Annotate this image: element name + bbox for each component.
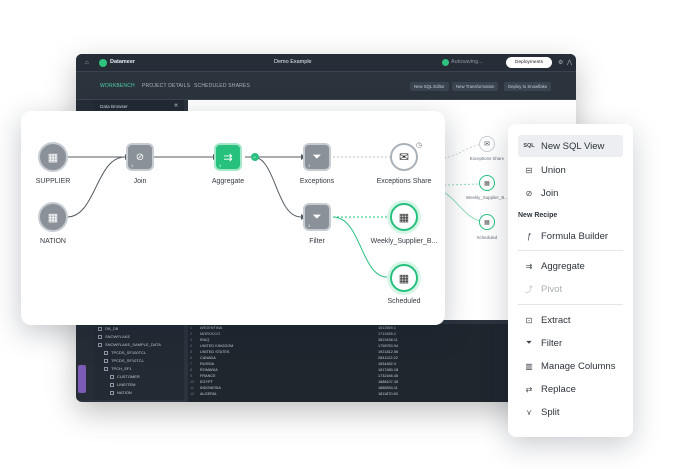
rail-tab[interactable] [78,365,86,393]
tree-item[interactable]: CUSTOMER [110,374,140,379]
tab-project-details[interactable]: PROJECT DETAILS [142,83,190,89]
exceptions-label: Exceptions [299,178,335,185]
columns-icon: ▥ [525,361,533,371]
aggregate-node[interactable]: ⇉ 1 [214,143,242,171]
bg-weekly-label: Weekly_Supplier_B... [466,195,508,200]
nation-node[interactable]: ▦ [38,202,68,232]
menu-item-union[interactable]: ⊟ Union [518,159,623,181]
pivot-icon: ⤴ [525,284,533,294]
scheduled-label: Scheduled [387,298,421,305]
menu-item-manage-columns[interactable]: ▥ Manage Columns [518,355,623,377]
menu-item-aggregate[interactable]: ⇉ Aggregate [518,255,623,277]
split-icon: ⋎ [526,407,532,417]
autosave-status: Autosaving... [451,59,483,65]
nation-label: NATION [40,238,66,245]
replace-icon: ⇄ [525,384,533,394]
menu-item-pivot[interactable]: ⤴ Pivot [518,278,623,300]
aggregate-icon: ⇉ [525,261,533,271]
mail-icon: ✉ [484,141,490,148]
menu-icon[interactable]: ⋀ [567,59,572,66]
menu-item-split[interactable]: ⋎ Split [518,401,623,423]
filter-icon: ⏷ [312,150,322,163]
status-icon [442,59,449,66]
tree-item[interactable]: NATION [110,390,132,395]
bg-scheduled-label: Scheduled [476,235,498,240]
supplier-node[interactable]: ▦ [38,142,68,172]
app-name: Datameer [110,59,136,65]
tree-item[interactable]: LINEITEM [110,382,135,387]
settings-icon[interactable]: ⚙ [558,59,563,66]
new-transformation-button[interactable]: New Transformation [452,82,499,91]
join-icon: ⊘ [135,151,145,163]
tab-workbench[interactable]: WORKBENCH [100,83,135,89]
context-menu: SQL New SQL View ⊟ Union ⊘ Join New Reci… [508,124,633,437]
join-node[interactable]: ⊘ 1 [126,143,154,171]
weekly-supplier-label: Weekly_Supplier_B... [370,238,438,245]
filter-icon: ⏷ [312,210,322,223]
flow-diagram-card: − ▦ SUPPLIER ▦ NATION ⊘ 1 Join ⇉ 1 Aggre… [21,111,445,325]
filter-node[interactable]: ⏷ 1 [303,203,331,231]
collapse-icon[interactable]: « [174,102,178,109]
exceptions-node[interactable]: ⏷ 1 [303,143,331,171]
menu-divider [518,250,623,251]
exceptions-share-node[interactable]: ✉ [390,143,418,171]
union-icon: ⊟ [525,165,533,175]
tree-item[interactable]: TPCH_SF1 [104,366,131,371]
menu-item-filter[interactable]: ⏷ Filter [518,332,623,354]
bg-exceptions-share-node[interactable]: ✉ [479,136,495,152]
table-icon: ▦ [47,151,59,164]
deployments-button[interactable]: Deployments [506,57,552,68]
title-bar: ⌂ Datameer Demo Example Autosaving... De… [76,54,576,72]
new-recipe-heading: New Recipe [518,212,558,219]
table-icon: ▦ [484,180,490,187]
bg-weekly-node[interactable]: ▦ [479,175,495,191]
tree-item[interactable]: SNOWFLAKE [98,334,130,339]
aggregate-label: Aggregate [211,178,245,185]
weekly-supplier-node[interactable]: ▦ [390,203,418,231]
table-icon: ▦ [47,211,59,224]
home-icon[interactable]: ⌂ [85,60,91,66]
bg-scheduled-node[interactable]: ▦ [479,214,495,230]
svg-text:−: − [253,155,257,161]
tree-item[interactable]: TPCDS_SF100TCL [104,350,146,355]
sql-icon: SQL [523,143,535,149]
data-browser-title: Data Browser [100,104,128,109]
menu-item-replace[interactable]: ⇄ Replace [518,378,623,400]
tab-scheduled-shares[interactable]: SCHEDULED SHARES [194,83,250,89]
bg-exceptions-share-label: Exceptions Share [469,156,505,161]
tab-bar: WORKBENCH PROJECT DETAILS SCHEDULED SHAR… [76,72,576,100]
join-icon: ⊘ [525,188,533,198]
new-sql-editor-button[interactable]: New SQL Editor [410,82,449,91]
schedule-icon: ◷ [416,142,423,149]
table-icon: ▦ [484,219,490,226]
filter-icon: ⏷ [525,338,533,347]
tree-item[interactable]: SNOWFLAKE_SAMPLE_DATA [98,342,161,347]
menu-item-new-sql-view[interactable]: SQL New SQL View [518,135,623,157]
function-icon: ƒ [526,231,532,241]
scheduled-node[interactable]: ▦ [390,264,418,292]
join-label: Join [133,178,147,185]
table-icon: ▦ [398,272,410,285]
project-name[interactable]: Demo Example [274,59,312,65]
menu-item-formula-builder[interactable]: ƒ Formula Builder [518,225,623,247]
extract-icon: ⊡ [525,315,533,325]
menu-item-join[interactable]: ⊘ Join [518,182,623,204]
logo-icon [99,59,107,67]
supplier-label: SUPPLIER [35,178,71,185]
deploy-to-snowflake-button[interactable]: Deploy to Snowflake [504,82,552,91]
menu-divider [518,304,623,305]
exceptions-share-label: Exceptions Share [376,178,432,185]
aggregate-icon: ⇉ [223,151,233,164]
filter-label: Filter [309,238,325,245]
mail-icon: ✉ [398,150,410,164]
tree-item[interactable]: TPCDS_SF10TCL [104,358,144,363]
table-icon: ▦ [398,211,410,224]
tree-item[interactable]: DB_DB [98,326,118,331]
data-tree: DB_DB SNOWFLAKE SNOWFLAKE_SAMPLE_DATA TP… [94,324,184,400]
menu-item-extract[interactable]: ⊡ Extract [518,309,623,331]
